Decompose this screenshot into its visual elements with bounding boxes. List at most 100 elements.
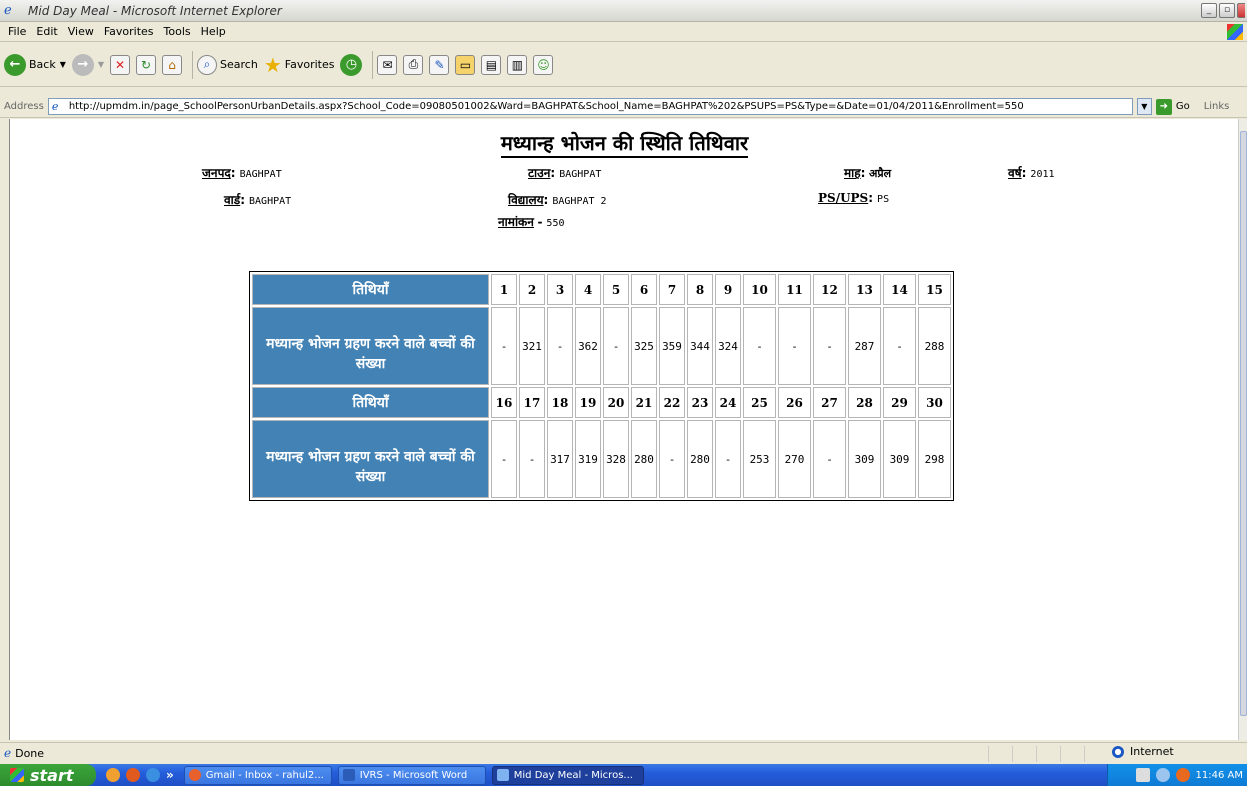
start-label: start <box>30 765 74 785</box>
count-cell: - <box>491 420 517 498</box>
search-button[interactable]: ⌕ Search <box>197 54 258 75</box>
status-bar: ℯ Done ● Internet <box>0 742 1247 763</box>
task-midday-meal[interactable]: Mid Day Meal - Micros... <box>491 765 644 785</box>
go-label: Go <box>1175 101 1190 112</box>
history-button[interactable]: ◷ <box>340 53 363 76</box>
window-controls: _ ▫ <box>1201 3 1245 18</box>
task-word-label: IVRS - Microsoft Word <box>359 769 468 781</box>
menu-help[interactable]: Help <box>201 25 226 38</box>
date-cell: 13 <box>848 274 881 305</box>
taskbar: start » Gmail - Inbox - rahul2... IVRS -… <box>0 764 1247 786</box>
date-cell: 8 <box>687 274 713 305</box>
back-label: Back <box>29 58 56 71</box>
count-cell: 317 <box>547 420 573 498</box>
address-dropdown-icon[interactable]: ▼ <box>1136 98 1152 115</box>
enrollment-value: 550 <box>546 218 565 229</box>
task-word[interactable]: IVRS - Microsoft Word <box>337 765 486 785</box>
favorites-button[interactable]: ★ Favorites <box>264 53 335 77</box>
messenger-button[interactable]: ☺ <box>533 54 554 75</box>
forward-dropdown-icon[interactable]: ▼ <box>98 60 104 69</box>
library-icon: ▥ <box>507 54 528 75</box>
scrollbar-thumb[interactable] <box>1240 131 1247 716</box>
count-cell: 362 <box>575 307 601 385</box>
start-button[interactable]: start <box>0 764 96 786</box>
mail-button[interactable]: ✉ <box>377 54 398 75</box>
date-cell: 23 <box>687 387 713 418</box>
count-cell: 319 <box>575 420 601 498</box>
status-text: Done <box>15 746 45 760</box>
network-tray-icon[interactable] <box>1155 768 1170 782</box>
close-button[interactable] <box>1237 3 1245 18</box>
count-cell: - <box>813 420 846 498</box>
back-button[interactable]: ← Back ▼ <box>4 53 66 76</box>
ie-quicklaunch-icon[interactable] <box>146 768 160 782</box>
home-button[interactable]: ⌂ <box>162 54 183 75</box>
psups-value: PS <box>877 194 890 205</box>
firefox-icon[interactable] <box>126 768 140 782</box>
ie-icon: ℯ <box>4 2 12 18</box>
date-cell: 17 <box>519 387 545 418</box>
address-bar: Address ℯ http://upmdm.in/page_SchoolPer… <box>0 96 1247 118</box>
refresh-button[interactable]: ↻ <box>136 54 157 75</box>
year-label: वर्ष <box>1008 166 1022 180</box>
vertical-scrollbar[interactable] <box>1238 119 1247 740</box>
clock: 11:46 AM <box>1195 769 1243 781</box>
year-value: 2011 <box>1030 169 1055 180</box>
globe-icon: ● <box>1112 745 1124 758</box>
messenger-icon: ☺ <box>533 54 554 75</box>
town-value: BAGHPAT <box>559 169 602 180</box>
task-midday-meal-label: Mid Day Meal - Micros... <box>513 769 633 781</box>
research-button[interactable]: ▤ <box>481 54 502 75</box>
count-cell: 309 <box>883 420 916 498</box>
quick-launch: » <box>106 768 174 782</box>
menu-tools[interactable]: Tools <box>164 25 191 38</box>
quicklaunch-more-icon[interactable]: » <box>166 768 174 782</box>
library-button[interactable]: ▥ <box>507 54 528 75</box>
date-cell: 5 <box>603 274 629 305</box>
count-cell: 298 <box>918 420 951 498</box>
date-cell: 9 <box>715 274 741 305</box>
print-button[interactable]: ⎙ <box>403 54 424 75</box>
folder-button[interactable]: ▭ <box>455 54 476 75</box>
app-tray-icon[interactable] <box>1175 768 1190 782</box>
links-button[interactable]: Links <box>1204 101 1230 112</box>
quicklaunch-app-icon[interactable] <box>106 768 120 782</box>
menu-favorites[interactable]: Favorites <box>104 25 154 38</box>
back-dropdown-icon[interactable]: ▼ <box>60 60 66 69</box>
stop-icon: ✕ <box>110 54 131 75</box>
address-input[interactable]: ℯ http://upmdm.in/page_SchoolPersonUrban… <box>47 98 1133 115</box>
count-cell: - <box>715 420 741 498</box>
date-cell: 3 <box>547 274 573 305</box>
date-cell: 11 <box>778 274 811 305</box>
help-tray-icon[interactable] <box>1135 768 1150 782</box>
menu-view[interactable]: View <box>68 25 94 38</box>
menu-file[interactable]: File <box>8 25 26 38</box>
district-value: BAGHPAT <box>239 169 282 180</box>
date-cell: 30 <box>918 387 951 418</box>
minimize-button[interactable]: _ <box>1201 3 1217 18</box>
task-gmail-label: Gmail - Inbox - rahul2... <box>205 769 324 781</box>
count-cell: - <box>547 307 573 385</box>
district-field: जनपद: BAGHPAT <box>202 166 282 180</box>
date-cell: 12 <box>813 274 846 305</box>
menu-edit[interactable]: Edit <box>36 25 57 38</box>
task-gmail[interactable]: Gmail - Inbox - rahul2... <box>183 765 332 785</box>
counts-header: मध्यान्ह भोजन ग्रहण करने वाले बच्चों की … <box>252 420 489 498</box>
stop-button[interactable]: ✕ <box>110 54 131 75</box>
refresh-icon: ↻ <box>136 54 157 75</box>
count-cell: 288 <box>918 307 951 385</box>
menu-bar: File Edit View Favorites Tools Help <box>0 22 1247 42</box>
count-cell: 344 <box>687 307 713 385</box>
folder-icon: ▭ <box>455 54 476 75</box>
date-cell: 7 <box>659 274 685 305</box>
edit-button[interactable]: ✎ <box>429 54 450 75</box>
date-cell: 18 <box>547 387 573 418</box>
forward-button[interactable]: → ▼ <box>71 53 104 76</box>
count-cell: - <box>659 420 685 498</box>
count-cell: - <box>519 420 545 498</box>
maximize-button[interactable]: ▫ <box>1219 3 1235 18</box>
go-button[interactable]: ➜ Go <box>1155 98 1190 115</box>
psups-field: PS/UPS: PS <box>818 191 890 205</box>
school-value: BAGHPAT 2 <box>552 196 607 207</box>
count-cell: - <box>603 307 629 385</box>
